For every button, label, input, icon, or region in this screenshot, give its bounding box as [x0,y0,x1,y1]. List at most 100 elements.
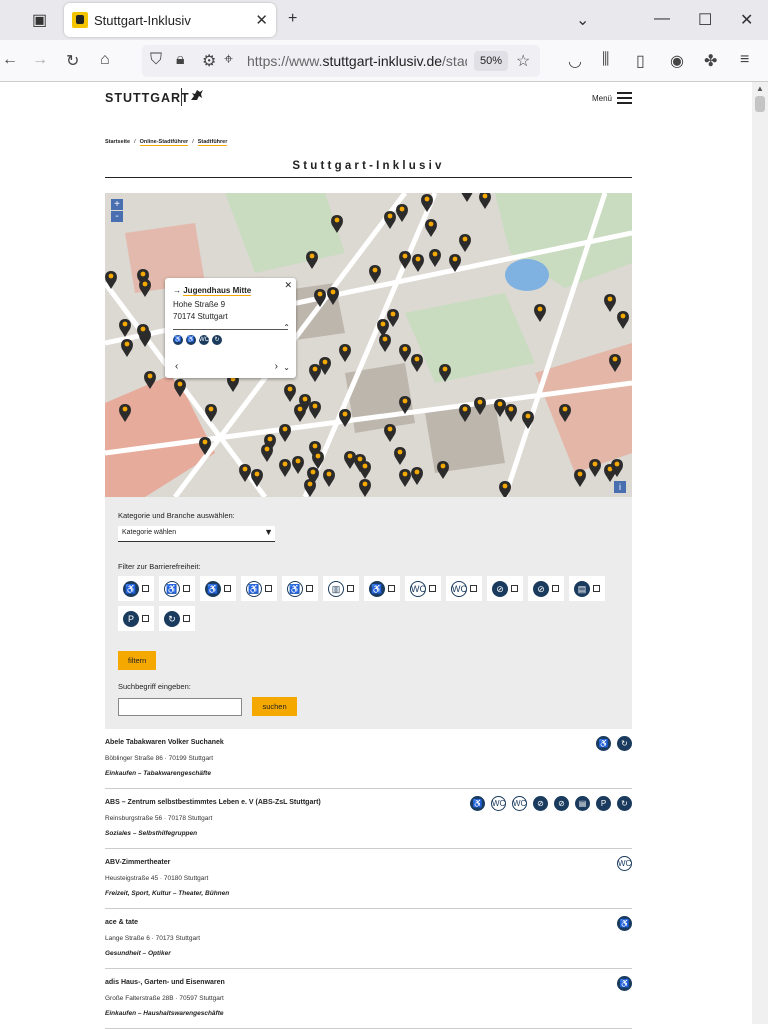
accessibility-filter-option[interactable]: ↻ [159,606,195,631]
map-marker[interactable] [412,254,424,272]
filter-checkbox[interactable] [183,585,190,592]
map-marker[interactable] [505,404,517,422]
map-marker[interactable] [609,354,621,372]
entry-name[interactable]: ABV-Zimmertheater [105,859,632,866]
map-marker[interactable] [174,379,186,397]
breadcrumb-home[interactable]: Startseite [105,139,130,145]
chevron-down-icon[interactable]: ⌄ [576,10,589,30]
map-marker[interactable] [522,411,534,429]
new-tab-icon[interactable]: + [288,10,297,28]
filter-checkbox[interactable] [511,585,518,592]
zoom-out-button[interactable]: - [111,211,123,222]
zoom-level[interactable]: 50% [474,51,508,71]
map-marker[interactable] [279,459,291,477]
filter-checkbox[interactable] [593,585,600,592]
map-marker[interactable] [474,397,486,415]
pocket-icon[interactable]: ◡ [568,51,582,71]
map-marker[interactable] [411,354,423,372]
reload-icon[interactable]: ↻ [66,51,79,71]
map-marker[interactable] [205,404,217,422]
map-marker[interactable] [449,254,461,272]
map-marker[interactable] [479,193,491,209]
scroll-thumb[interactable] [755,96,765,112]
location-icon[interactable]: ⌖ [224,51,233,69]
entry-name[interactable]: ace & tate [105,919,632,926]
filter-checkbox[interactable] [347,585,354,592]
filter-checkbox[interactable] [265,585,272,592]
map-marker[interactable] [359,479,371,497]
search-input[interactable] [118,697,242,716]
map-marker[interactable] [604,294,616,312]
accessibility-filter-option[interactable]: ♿ [159,576,195,601]
breadcrumb-stadtfuehrer-online[interactable]: Online-Stadtführer [139,139,189,146]
map-marker[interactable] [589,459,601,477]
popup-title[interactable]: Jugendhaus Mitte [183,286,252,296]
map-marker[interactable] [394,447,406,465]
map-marker[interactable] [384,211,396,229]
map-marker[interactable] [306,251,318,269]
map-marker[interactable] [499,481,511,497]
library-icon[interactable]: ⫼ [602,51,609,69]
list-item[interactable]: ABV-Zimmertheater Heusteigstraße 45 · 701… [105,849,632,909]
account-icon[interactable]: ◉ [670,51,684,71]
map-marker[interactable] [327,287,339,305]
filter-checkbox[interactable] [183,615,190,622]
map-marker[interactable] [421,194,433,212]
map-marker[interactable] [369,265,381,283]
map-marker[interactable] [309,401,321,419]
map-marker[interactable] [384,424,396,442]
accessibility-filter-option[interactable]: ♿ [282,576,318,601]
lock-icon[interactable]: 🔒︎ [176,51,185,69]
stuttgart-logo[interactable]: STUTTGART [105,91,190,105]
map-marker[interactable] [359,461,371,479]
filter-button[interactable]: filtern [118,651,157,670]
entry-name[interactable]: Abele Tabakwaren Volker Suchanek [105,739,632,746]
map-marker[interactable] [139,279,151,297]
map-marker[interactable] [437,461,449,479]
tab-active[interactable]: Stuttgart-Inklusiv ✕ [64,3,276,37]
map-marker[interactable] [119,404,131,422]
map-marker[interactable] [239,464,251,482]
bookmark-star-icon[interactable]: ☆ [516,51,530,71]
map-marker[interactable] [429,249,441,267]
map-marker[interactable] [121,339,133,357]
map-marker[interactable] [559,404,571,422]
map-marker[interactable] [399,344,411,362]
map-marker[interactable] [379,334,391,352]
accessibility-filter-option[interactable]: P [118,606,154,631]
map-marker[interactable] [331,215,343,233]
map-marker[interactable] [144,371,156,389]
filter-checkbox[interactable] [470,585,477,592]
accessibility-filter-option[interactable]: ♿ [241,576,277,601]
filter-checkbox[interactable] [388,585,395,592]
list-item[interactable]: ABS – Zentrum selbstbestimmtes Leben e. … [105,789,632,849]
map-marker[interactable] [399,251,411,269]
map-marker[interactable] [304,479,316,497]
map-marker[interactable] [312,451,324,469]
permissions-icon[interactable]: ⚙ [202,51,216,71]
accessibility-filter-option[interactable]: ♿ [118,576,154,601]
url-bar[interactable]: ⛉ 🔒︎ ⚙ ⌖ https://www.stuttgart-inklusiv.… [142,45,540,77]
accessibility-filter-option[interactable]: WC [405,576,441,601]
maximize-icon[interactable]: ☐ [698,10,712,30]
menu-button[interactable]: Menü [592,92,632,104]
map-marker[interactable] [319,357,331,375]
map-marker[interactable] [459,404,471,422]
filter-checkbox[interactable] [142,585,149,592]
accessibility-filter-option[interactable]: ♿ [364,576,400,601]
page-scrollbar[interactable]: ▲ [752,82,768,1024]
map-marker[interactable] [309,364,321,382]
back-icon[interactable]: ← [2,51,18,69]
map-info-icon[interactable]: i [614,481,626,493]
map-marker[interactable] [399,396,411,414]
scroll-up-icon[interactable]: ▲ [756,84,764,93]
map-marker[interactable] [425,219,437,237]
home-icon[interactable]: ⌂ [100,51,110,69]
filter-checkbox[interactable] [306,585,313,592]
filter-checkbox[interactable] [224,585,231,592]
chevron-left-icon[interactable]: ‹ [175,361,178,372]
accessibility-filter-option[interactable]: WC [446,576,482,601]
search-button[interactable]: suchen [252,697,297,716]
forward-icon[interactable]: → [32,51,48,69]
map-marker[interactable] [396,204,408,222]
